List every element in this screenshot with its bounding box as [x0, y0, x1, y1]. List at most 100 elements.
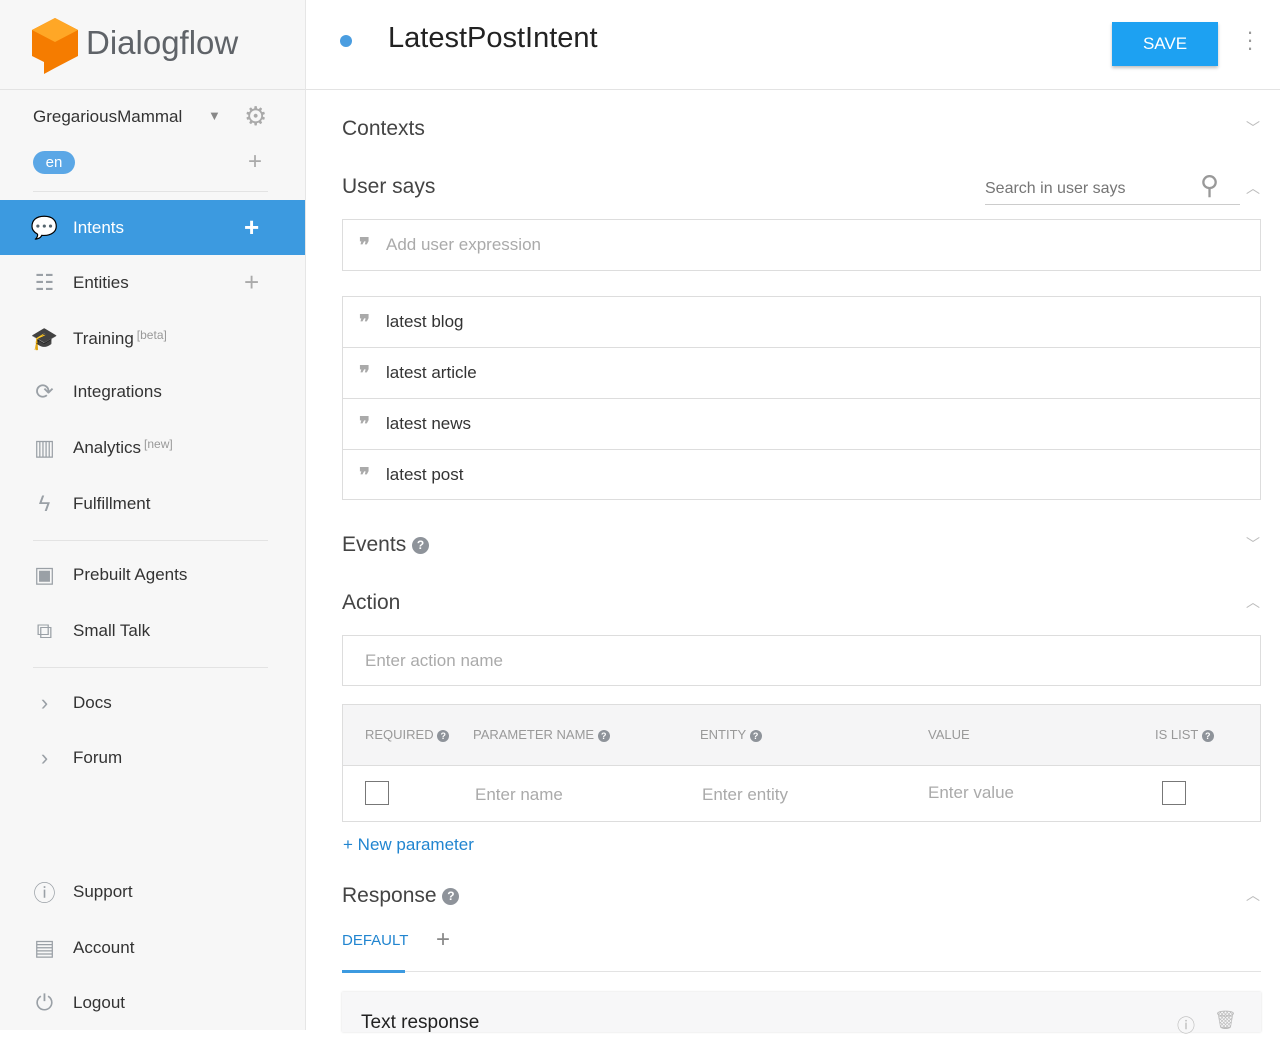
sidebar-item-small-talk[interactable]: ⧉ Small Talk	[0, 603, 305, 658]
list-item[interactable]: ❞ latest article	[342, 347, 1261, 399]
chevron-right-icon: ›	[40, 689, 49, 715]
bolt-icon: ϟ	[38, 490, 51, 516]
sidebar-item-forum[interactable]: › Forum	[0, 730, 305, 785]
nav-label: Account	[73, 937, 135, 957]
nav-label: Entities	[73, 272, 129, 292]
sidebar-item-intents[interactable]: 💬 Intents +	[0, 200, 305, 255]
chevron-up-icon[interactable]: ︿	[1246, 885, 1260, 905]
nav-label: Integrations	[73, 381, 162, 401]
quote-icon: ❞	[359, 310, 370, 334]
chevron-down-icon[interactable]: ﹀	[1246, 118, 1260, 138]
action-heading: Action	[342, 591, 401, 614]
header-required: REQUIRED ?	[365, 727, 450, 742]
tab-default[interactable]: DEFAULT	[342, 932, 408, 949]
chevron-up-icon[interactable]: ︿	[1246, 178, 1260, 198]
list-item[interactable]: ❞ latest news	[342, 398, 1261, 450]
save-button[interactable]: SAVE	[1112, 22, 1218, 66]
add-entity-icon[interactable]: +	[244, 267, 259, 298]
action-name-input[interactable]: Enter action name	[342, 635, 1261, 686]
expression-text[interactable]: latest news	[386, 414, 471, 434]
help-icon: ?	[597, 729, 610, 742]
events-label: Events	[342, 533, 407, 556]
required-checkbox[interactable]	[365, 781, 389, 805]
nav-label: Small Talk	[73, 620, 151, 640]
nav-label: Intents	[73, 217, 125, 237]
chevron-up-icon[interactable]: ︿	[1246, 592, 1260, 612]
add-language-icon[interactable]: +	[248, 148, 262, 176]
quote-icon: ❞	[359, 412, 370, 436]
quote-icon: ❞	[359, 462, 370, 487]
more-options-icon[interactable]: · · ·	[1240, 21, 1260, 59]
header-entity: ENTITY ?	[700, 727, 762, 742]
response-heading: Response ?	[342, 884, 460, 908]
account-icon: ▤	[34, 934, 55, 960]
beta-badge: [beta]	[136, 327, 167, 342]
list-item[interactable]: ❞ latest blog	[342, 296, 1261, 348]
chevron-right-icon: ›	[40, 744, 49, 770]
nav-label: Prebuilt Agents	[73, 564, 188, 584]
nav-label: Logout	[73, 992, 125, 1012]
sidebar-item-entities[interactable]: ☷ Entities +	[0, 255, 305, 310]
chat-icon: 💬	[30, 214, 59, 240]
bar-chart-icon: ▥	[34, 434, 55, 460]
help-circle-icon: ⓘ	[33, 880, 56, 906]
plus-icon: +	[343, 835, 353, 854]
intent-title[interactable]: LatestPostIntent	[388, 22, 598, 55]
entity-input[interactable]: Enter entity	[702, 785, 788, 805]
parameter-name-input[interactable]: Enter name	[475, 785, 563, 805]
language-badge[interactable]: en	[33, 151, 75, 174]
list-item[interactable]: ❞ latest post	[342, 449, 1261, 500]
events-heading[interactable]: Events ?	[342, 533, 430, 557]
text-response-card	[342, 992, 1261, 1032]
quote-icon: ❞	[359, 361, 370, 385]
dialogflow-logo-icon	[32, 18, 78, 74]
response-label: Response	[342, 884, 437, 907]
nav-label: Analytics	[73, 437, 142, 457]
book-icon: ▣	[34, 561, 55, 587]
sidebar-item-training[interactable]: 🎓 Training [beta]	[0, 311, 305, 366]
expression-text[interactable]: latest post	[386, 465, 464, 485]
placeholder: Add user expression	[386, 235, 541, 254]
new-badge: [new]	[144, 436, 173, 451]
header-value: VALUE	[928, 727, 970, 742]
nav-label: Support	[73, 881, 133, 901]
add-user-expression-input[interactable]: ❞ Add user expression	[342, 219, 1261, 271]
nav-label: Docs	[73, 692, 112, 712]
sidebar-item-support[interactable]: ⓘ Support	[0, 864, 305, 919]
brand-name: Dialogflow	[86, 24, 239, 61]
sidebar-item-docs[interactable]: › Docs	[0, 675, 305, 730]
add-intent-icon[interactable]: +	[244, 212, 259, 243]
contexts-heading[interactable]: Contexts	[342, 117, 425, 141]
user-says-heading: User says	[342, 175, 436, 198]
nav-label: Forum	[73, 747, 123, 767]
sidebar-item-logout[interactable]: ⏻ Logout	[0, 975, 305, 1030]
header-is-list: IS LIST ?	[1155, 727, 1214, 742]
graduation-cap-icon: 🎓	[30, 325, 59, 351]
is-list-checkbox[interactable]	[1162, 781, 1186, 805]
trash-icon[interactable]: 🗑	[1214, 1010, 1237, 1031]
value-input[interactable]: Enter value	[928, 783, 1014, 803]
status-dot	[340, 35, 352, 47]
new-parameter-link[interactable]: + New parameter	[343, 835, 474, 855]
help-icon[interactable]: ?	[442, 887, 460, 905]
chevron-down-icon[interactable]: ﹀	[1246, 534, 1260, 554]
text-response-title: Text response	[361, 1012, 480, 1033]
sidebar-item-analytics[interactable]: ▥ Analytics [new]	[0, 420, 305, 475]
power-icon: ⏻	[35, 989, 54, 1015]
help-icon: ?	[749, 729, 762, 742]
expression-text[interactable]: latest article	[386, 363, 477, 383]
sidebar-item-fulfillment[interactable]: ϟ Fulfillment	[0, 476, 305, 531]
sidebar-item-prebuilt-agents[interactable]: ▣ Prebuilt Agents	[0, 547, 305, 602]
expression-text[interactable]: latest blog	[386, 312, 464, 332]
sidebar: Dialogflow GregariousMammal ▼ ⚙ en + 💬 In…	[0, 0, 306, 1030]
help-circle-icon[interactable]: ⓘ	[1177, 1012, 1195, 1038]
dropdown-icon[interactable]: ▼	[208, 108, 221, 123]
sidebar-item-integrations[interactable]: ⟳ Integrations	[0, 364, 305, 419]
help-icon[interactable]: ?	[412, 536, 430, 554]
sidebar-item-account[interactable]: ▤ Account	[0, 920, 305, 975]
gear-icon[interactable]: ⚙	[244, 101, 267, 132]
search-icon[interactable]: ⚲	[1200, 170, 1219, 201]
help-icon: ?	[1201, 729, 1214, 742]
agent-selector[interactable]: GregariousMammal	[33, 107, 182, 127]
add-tab-icon[interactable]: +	[436, 926, 450, 954]
